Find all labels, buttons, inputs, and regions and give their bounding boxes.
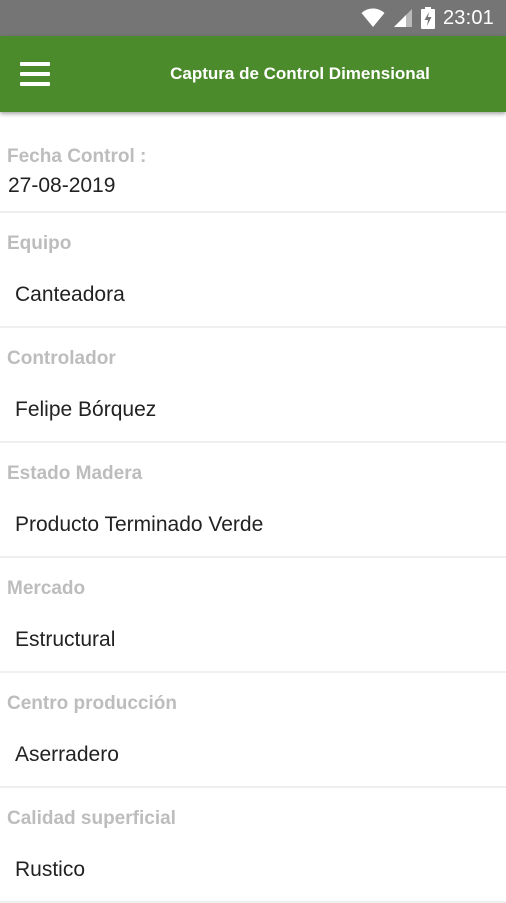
mercado-select[interactable]: Estructural: [15, 628, 115, 652]
field-controlador: Controlador Felipe Bórquez: [0, 328, 506, 443]
form-content: Fecha Control : 27-08-2019 Equipo Cantea…: [0, 112, 506, 903]
field-label: Mercado: [7, 578, 86, 599]
field-mercado: Mercado Estructural: [0, 558, 506, 673]
field-label: Estado Madera: [7, 463, 143, 484]
status-bar: 23:01: [0, 0, 506, 36]
field-label: Equipo: [7, 233, 72, 254]
estado-madera-select[interactable]: Producto Terminado Verde: [15, 513, 263, 537]
equipo-select[interactable]: Canteadora: [15, 283, 125, 307]
calidad-superficial-select[interactable]: Rustico: [15, 858, 85, 882]
field-label: Calidad superficial: [7, 808, 176, 829]
field-calidad-superficial: Calidad superficial Rustico: [0, 788, 506, 903]
wifi-icon: [361, 8, 385, 27]
field-fecha-control: Fecha Control : 27-08-2019: [0, 112, 506, 213]
field-centro-produccion: Centro producción Aserradero: [0, 673, 506, 788]
battery-charging-icon: [420, 7, 435, 29]
field-label: Centro producción: [7, 693, 177, 714]
field-estado-madera: Estado Madera Producto Terminado Verde: [0, 443, 506, 558]
status-icons: 23:01: [361, 0, 494, 36]
date-value: 27-08-2019: [8, 174, 116, 197]
page-title: Captura de Control Dimensional: [170, 64, 430, 83]
status-time: 23:01: [442, 6, 494, 29]
centro-produccion-select[interactable]: Aserradero: [15, 743, 119, 767]
field-equipo: Equipo Canteadora: [0, 213, 506, 328]
signal-icon: [393, 9, 412, 27]
hamburger-menu-icon[interactable]: [18, 58, 54, 90]
app-bar: Captura de Control Dimensional: [0, 36, 506, 112]
field-label: Controlador: [7, 348, 116, 369]
controlador-select[interactable]: Felipe Bórquez: [15, 398, 156, 422]
field-label: Fecha Control :: [7, 146, 147, 167]
